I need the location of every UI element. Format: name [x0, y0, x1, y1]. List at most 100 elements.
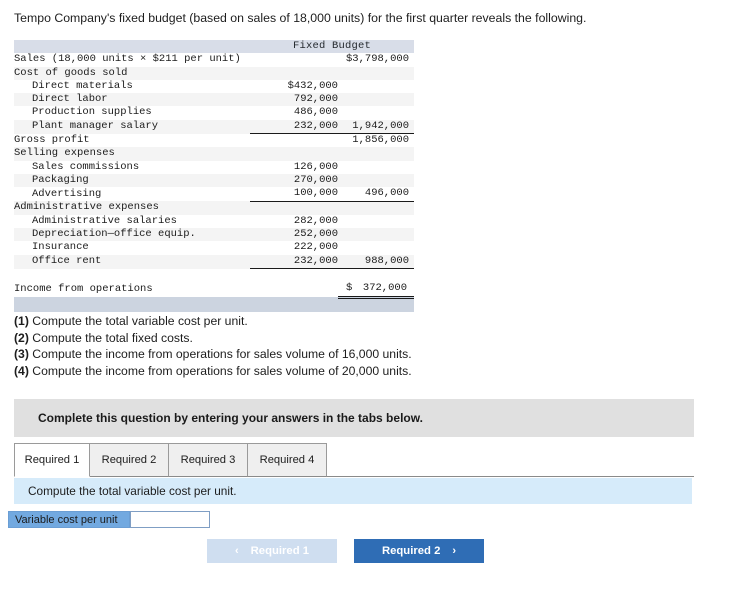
row-amount-detail — [250, 66, 338, 80]
row-amount-detail: 100,000 — [250, 187, 338, 202]
row-amount-detail: 126,000 — [250, 160, 338, 174]
row-amount-total — [338, 66, 415, 80]
question-text: Compute the income from operations for s… — [28, 363, 412, 378]
table-row: Selling expenses — [14, 147, 415, 161]
table-row: Plant manager salary 232,000 1,942,000 — [14, 119, 415, 135]
row-amount-detail: $432,000 — [250, 79, 338, 94]
question-text: Compute the total variable cost per unit… — [28, 314, 248, 328]
row-amount-total — [338, 106, 415, 120]
question-number: (1) — [14, 314, 29, 328]
tab-label: Required 4 — [259, 454, 315, 466]
row-amount-total: $372,000 — [338, 282, 415, 299]
requirement-prompt: Compute the total variable cost per unit… — [14, 478, 692, 504]
row-label: Packaging — [14, 173, 250, 188]
row-amount-total — [338, 79, 415, 94]
table-row: Direct labor 792,000 — [14, 93, 415, 107]
previous-requirement-button[interactable]: ‹ Required 1 — [207, 539, 337, 563]
total-amount: 372,000 — [362, 282, 408, 295]
row-amount-total: $3,798,000 — [338, 53, 415, 67]
row-label: Sales commissions — [14, 160, 250, 174]
row-amount-detail: 232,000 — [250, 254, 338, 270]
row-label: Direct labor — [14, 93, 250, 107]
row-amount-total: 1,942,000 — [338, 119, 415, 135]
next-requirement-label: Required 2 — [381, 545, 441, 557]
row-label: Gross profit — [14, 133, 250, 148]
question-number: (3) — [14, 347, 29, 361]
question-number: (4) — [14, 363, 29, 378]
chevron-left-icon: ‹ — [234, 545, 239, 557]
instruction-banner: Complete this question by entering your … — [14, 399, 694, 437]
table-row: Gross profit 1,856,000 — [14, 133, 415, 148]
row-amount-total — [338, 241, 415, 255]
row-amount-total — [338, 160, 415, 174]
row-label: Office rent — [14, 254, 250, 269]
requirement-tabs: Required 1 Required 2 Required 3 Required 4 — [14, 443, 694, 477]
row-spacer — [14, 268, 415, 283]
question-item: (3) Compute the income from operations f… — [14, 346, 654, 363]
row-amount-total — [338, 201, 415, 215]
answer-row: Variable cost per unit — [8, 511, 210, 528]
table-row: Administrative salaries 282,000 — [14, 214, 415, 229]
row-amount-detail — [250, 201, 338, 215]
row-label: Cost of goods sold — [14, 66, 250, 80]
instruction-banner-text: Complete this question by entering your … — [38, 411, 423, 425]
tab-required-2[interactable]: Required 2 — [89, 443, 169, 477]
requirement-prompt-text: Compute the total variable cost per unit… — [28, 484, 237, 498]
currency-symbol: $ — [346, 282, 353, 295]
row-amount-total: 1,856,000 — [338, 133, 415, 148]
table-row: Office rent 232,000 988,000 — [14, 254, 415, 270]
row-amount-detail: 252,000 — [250, 228, 338, 242]
table-row: Depreciation—office equip. 252,000 — [14, 228, 415, 242]
table-row: Income from operations $372,000 — [14, 282, 415, 299]
next-requirement-button[interactable]: Required 2 › — [354, 539, 484, 563]
row-amount-detail — [250, 133, 338, 148]
table-footer-band — [14, 297, 415, 312]
tab-label: Required 2 — [101, 454, 157, 466]
tab-label: Required 1 — [24, 454, 80, 466]
question-item: (4) Compute the income from operations f… — [14, 363, 654, 380]
row-label: Income from operations — [14, 282, 250, 298]
row-amount-total — [338, 228, 415, 242]
table-row: Cost of goods sold — [14, 66, 415, 80]
table-row: Sales (18,000 units × $211 per unit) $3,7… — [14, 53, 415, 67]
tab-required-3[interactable]: Required 3 — [168, 443, 248, 477]
table-row: Administrative expenses — [14, 201, 415, 215]
header-spacer — [14, 40, 250, 54]
table-row: Sales commissions 126,000 — [14, 160, 415, 174]
question-text: Compute the income from operations for s… — [28, 347, 412, 361]
row-amount-total — [338, 214, 415, 229]
row-amount-detail: 282,000 — [250, 214, 338, 229]
row-label: Depreciation—office equip. — [14, 228, 250, 242]
row-label: Production supplies — [14, 106, 250, 120]
table-row: Direct materials $432,000 — [14, 79, 415, 94]
question-list: (1) Compute the total variable cost per … — [14, 313, 654, 379]
table-row: Packaging 270,000 — [14, 173, 415, 188]
table-row: Production supplies 486,000 — [14, 106, 415, 120]
row-amount-total — [338, 93, 415, 107]
table-row: Insurance 222,000 — [14, 241, 415, 255]
row-amount-detail — [250, 147, 338, 161]
tab-required-1[interactable]: Required 1 — [14, 443, 90, 477]
question-item: (2) Compute the total fixed costs. — [14, 330, 654, 347]
question-text: Compute the total fixed costs. — [28, 330, 193, 345]
row-amount-detail: 792,000 — [250, 93, 338, 107]
previous-requirement-label: Required 1 — [250, 545, 310, 557]
row-label: Sales (18,000 units × $211 per unit) — [14, 53, 250, 67]
question-item: (1) Compute the total variable cost per … — [14, 313, 654, 330]
tab-required-4[interactable]: Required 4 — [247, 443, 327, 477]
variable-cost-per-unit-input[interactable] — [130, 511, 210, 528]
row-amount-total — [338, 147, 415, 161]
row-label: Administrative expenses — [14, 201, 250, 215]
row-amount-detail — [250, 282, 338, 298]
row-amount-total: 988,000 — [338, 254, 415, 270]
row-label: Plant manager salary — [14, 119, 250, 134]
question-number: (2) — [14, 330, 29, 345]
row-amount-detail: 222,000 — [250, 241, 338, 255]
table-header-row: Fixed Budget — [14, 40, 415, 54]
fixed-budget-table: Fixed Budget Sales (18,000 units × $211 … — [14, 40, 415, 312]
row-label: Direct materials — [14, 79, 250, 94]
row-amount-detail — [250, 53, 338, 67]
row-amount-total — [338, 173, 415, 188]
row-label: Insurance — [14, 241, 250, 255]
row-amount-detail: 270,000 — [250, 173, 338, 188]
